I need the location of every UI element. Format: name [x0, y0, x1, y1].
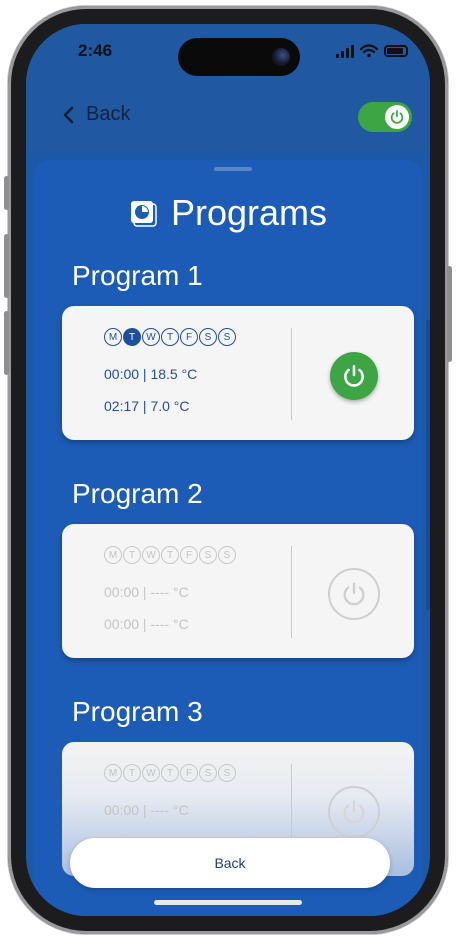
chevron-left-icon: [63, 106, 74, 123]
status-time: 2:46: [78, 41, 113, 60]
home-indicator[interactable]: [154, 900, 302, 905]
card-divider: [291, 546, 292, 638]
status-icons: [336, 44, 408, 58]
camera-icon: [272, 48, 290, 66]
day-mon[interactable]: M: [104, 328, 122, 346]
nav-back-label: Back: [86, 103, 131, 125]
day-sun[interactable]: S: [218, 764, 236, 782]
back-button[interactable]: Back: [70, 838, 390, 888]
power-icon: [344, 364, 364, 387]
top-bar: 2:46 Back: [26, 24, 430, 152]
volume-down-button: [4, 311, 9, 375]
page-header: Programs: [34, 192, 422, 234]
day-thu[interactable]: T: [161, 546, 179, 564]
program-1-schedule-2: 02:17 | 7.0 °C: [104, 398, 190, 414]
power-icon: [343, 800, 365, 824]
power-icon: [343, 582, 365, 606]
program-3-power-button[interactable]: [328, 786, 380, 838]
day-tue[interactable]: T: [123, 546, 141, 564]
master-power-toggle[interactable]: [358, 102, 412, 132]
program-1-title: Program 1: [72, 260, 203, 291]
side-button: [4, 176, 9, 210]
program-2-days: M T W T F S S: [104, 546, 236, 564]
day-sat[interactable]: S: [199, 764, 217, 782]
day-thu[interactable]: T: [161, 328, 179, 346]
program-2-card[interactable]: M T W T F S S 00:00 | ---- °C 00:00 | --…: [62, 524, 414, 658]
clock-icon: [130, 201, 157, 227]
day-sun[interactable]: S: [218, 328, 236, 346]
scrollbar[interactable]: [426, 320, 430, 610]
program-1-card[interactable]: M T W T F S S 00:00 | 18.5 °C 02:17 | 7.…: [62, 306, 414, 440]
day-fri[interactable]: F: [180, 764, 198, 782]
phone-frame: 2:46 Back Programs Program 1 M T W T F S…: [4, 6, 452, 934]
dynamic-island: [178, 38, 300, 76]
day-wed[interactable]: W: [142, 328, 160, 346]
power-side-button: [447, 266, 452, 362]
program-1-schedule-1: 00:00 | 18.5 °C: [104, 366, 198, 382]
day-mon[interactable]: M: [104, 764, 122, 782]
program-3-days: M T W T F S S: [104, 764, 236, 782]
toggle-knob: [385, 105, 409, 129]
program-2-power-button[interactable]: [328, 568, 380, 620]
day-wed[interactable]: W: [142, 764, 160, 782]
day-mon[interactable]: M: [104, 546, 122, 564]
day-tue[interactable]: T: [123, 764, 141, 782]
day-sat[interactable]: S: [199, 546, 217, 564]
signal-icon: [336, 44, 354, 58]
day-sat[interactable]: S: [199, 328, 217, 346]
page-title: Programs: [170, 192, 328, 233]
program-3-schedule-1: 00:00 | ---- °C: [104, 802, 189, 818]
program-1-days: M T W T F S S: [104, 328, 236, 346]
day-sun[interactable]: S: [218, 546, 236, 564]
day-fri[interactable]: F: [180, 328, 198, 346]
power-icon: [390, 110, 404, 124]
program-2-title: Program 2: [72, 478, 203, 509]
battery-icon: [384, 45, 408, 57]
day-fri[interactable]: F: [180, 546, 198, 564]
day-thu[interactable]: T: [161, 764, 179, 782]
programs-sheet: Programs Program 1 M T W T F S S 00:00 |…: [34, 160, 422, 916]
screen: 2:46 Back Programs Program 1 M T W T F S…: [26, 24, 430, 916]
program-1-power-button[interactable]: [330, 352, 378, 400]
day-wed[interactable]: W: [142, 546, 160, 564]
wifi-icon: [360, 44, 378, 58]
program-2-schedule-2: 00:00 | ---- °C: [104, 616, 189, 632]
program-3-title: Program 3: [72, 696, 203, 727]
card-divider: [291, 328, 292, 420]
sheet-grabber[interactable]: [214, 167, 252, 171]
program-2-schedule-1: 00:00 | ---- °C: [104, 584, 189, 600]
nav-back-button[interactable]: Back: [62, 103, 130, 126]
day-tue[interactable]: T: [123, 328, 141, 346]
volume-up-button: [4, 234, 9, 298]
